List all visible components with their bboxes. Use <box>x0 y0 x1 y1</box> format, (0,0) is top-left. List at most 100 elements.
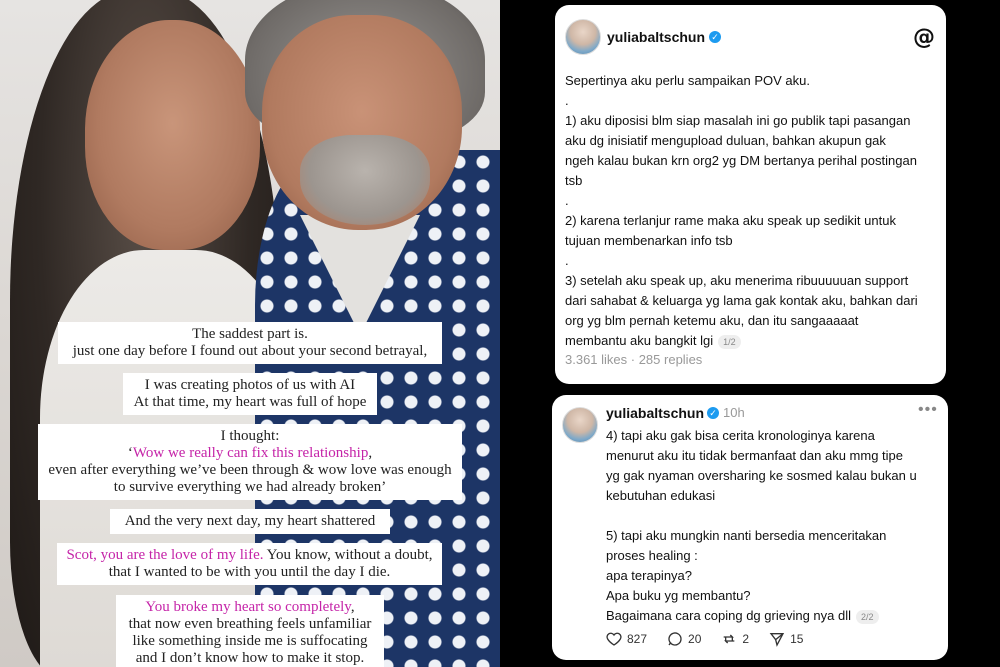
post-line: 5) tapi aku mungkin nanti bersedia mence… <box>606 526 917 546</box>
avatar[interactable] <box>565 19 601 55</box>
post-line-text: proses healing : <box>606 548 698 563</box>
caption-box: Scot, you are the love of my life. You k… <box>57 543 442 585</box>
post-line: apa terapinya? <box>606 566 917 586</box>
caption-box: I was creating photos of us with AI At th… <box>123 373 377 415</box>
caption-text: that I wanted to be with you until the d… <box>108 564 391 580</box>
post-line-text: 4) tapi aku gak bisa cerita kronologinya… <box>606 428 875 443</box>
post-line-text: . <box>565 193 569 208</box>
post-line-text: tsb <box>565 173 583 188</box>
post-line: ngeh kalau bukan krn org2 yg DM bertanya… <box>565 151 918 171</box>
post-line: proses healing : <box>606 546 917 566</box>
username[interactable]: yuliabaltschun <box>607 29 705 45</box>
caption-line: Scot, you are the love of my life. You k… <box>65 547 434 564</box>
post-line-text: . <box>565 253 569 268</box>
caption-text: I thought: <box>220 428 280 444</box>
highlight-text: Scot, you are the love of my life. <box>66 547 264 563</box>
username[interactable]: yuliabaltschun <box>606 405 704 421</box>
post-line: Apa buku yg membantu? <box>606 586 917 606</box>
caption-text: , <box>368 445 373 461</box>
thread-post-1[interactable]: yuliabaltschun ✓ @ Sepertinya aku perlu … <box>555 5 946 384</box>
more-dots-icon[interactable]: ••• <box>918 401 938 419</box>
share-count: 15 <box>790 632 804 646</box>
caption-line: even after everything we’ve been through… <box>46 462 454 479</box>
post-line-text <box>606 508 610 523</box>
post-body: Sepertinya aku perlu sampaikan POV aku..… <box>565 71 918 351</box>
post-line: tujuan membenarkan info tsb <box>565 231 918 251</box>
caption-line: to survive everything we had already bro… <box>46 479 454 496</box>
like-count: 827 <box>627 632 648 646</box>
post-line: 1) aku diposisi blm siap masalah ini go … <box>565 111 918 131</box>
post-line-text: 5) tapi aku mungkin nanti bersedia mence… <box>606 528 887 543</box>
page-indicator: 2/2 <box>856 609 879 624</box>
share-button[interactable]: 15 <box>769 631 803 647</box>
caption-line: that I wanted to be with you until the d… <box>65 564 434 581</box>
caption-line: just one day before I found out about yo… <box>66 343 434 360</box>
repost-icon <box>724 634 735 644</box>
caption-box: The saddest part is. just one day before … <box>58 322 442 364</box>
post-line: . <box>565 91 918 111</box>
caption-line: I thought: <box>46 428 454 445</box>
reply-button[interactable]: 20 <box>667 631 701 647</box>
post-line: Bagaimana cara coping dg grieving nya dl… <box>606 606 917 626</box>
post-stats[interactable]: 3.361 likes · 285 replies <box>565 352 702 367</box>
threads-panel: yuliabaltschun ✓ @ Sepertinya aku perlu … <box>500 0 1000 667</box>
repost-button[interactable]: 2 <box>721 631 749 647</box>
caption-text: , <box>350 599 355 615</box>
verified-badge-icon: ✓ <box>709 31 721 43</box>
post-line: . <box>565 251 918 271</box>
post-line-text: membantu aku bangkit lgi <box>565 333 714 348</box>
post-line: membantu aku bangkit lgi 1/2 <box>565 331 918 351</box>
avatar[interactable] <box>562 407 598 443</box>
post-line-text: 3) setelah aku speak up, aku menerima ri… <box>565 273 909 288</box>
post-line-text: 2) karena terlanjur rame maka aku speak … <box>565 213 896 228</box>
post-line-text: aku dg inisiatif mengupload duluan, bahk… <box>565 133 886 148</box>
caption-text: And the very next day, my heart shattere… <box>124 513 376 529</box>
caption-text: and I don’t know how to make it stop. <box>135 650 365 666</box>
caption-text: I was creating photos of us with AI <box>144 377 356 393</box>
caption-stack: The saddest part is. just one day before … <box>0 0 500 667</box>
threads-logo-icon[interactable]: @ <box>913 25 935 50</box>
timestamp: 10h <box>723 405 745 420</box>
post-line: 2) karena terlanjur rame maka aku speak … <box>565 211 918 231</box>
reply-count: 20 <box>688 632 702 646</box>
post-line: menurut aku itu tidak bermanfaat dan aku… <box>606 446 917 466</box>
caption-line: And the very next day, my heart shattere… <box>118 513 382 530</box>
post-line-text: . <box>565 93 569 108</box>
like-button[interactable]: 827 <box>606 631 647 647</box>
post-line-text: apa terapinya? <box>606 568 693 583</box>
post-line-text: yg gak nyaman oversharing ke sosmed kala… <box>606 468 917 483</box>
post-line: 4) tapi aku gak bisa cerita kronologinya… <box>606 426 917 446</box>
post-line-text: org yg blm pernah ketemu aku, dan itu sa… <box>565 313 859 328</box>
post-line-text: Bagaimana cara coping dg grieving nya dl… <box>606 608 851 623</box>
post-line: org yg blm pernah ketemu aku, dan itu sa… <box>565 311 918 331</box>
post-line: yg gak nyaman oversharing ke sosmed kala… <box>606 466 917 486</box>
post-body: 4) tapi aku gak bisa cerita kronologinya… <box>606 426 917 626</box>
caption-box: You broke my heart so completely, that no… <box>116 595 384 667</box>
send-icon <box>769 633 785 647</box>
post-line-text: tujuan membenarkan info tsb <box>565 233 733 248</box>
post-line-text: Apa buku yg membantu? <box>606 588 751 603</box>
comment-icon <box>668 632 682 646</box>
caption-line: like something inside me is suffocating <box>124 633 376 650</box>
page-indicator: 1/2 <box>718 334 741 349</box>
repost-count: 2 <box>742 632 750 646</box>
highlight-text: Wow we really can fix this relationship <box>132 445 369 461</box>
post-line <box>606 506 917 526</box>
caption-line: that now even breathing feels unfamiliar <box>124 616 376 633</box>
caption-text: even after everything we’ve been through… <box>48 462 452 478</box>
thread-post-2[interactable]: yuliabaltschun ✓ 10h ••• 4) tapi aku gak… <box>552 395 948 660</box>
caption-text: to survive everything we had already bro… <box>113 479 387 495</box>
caption-line: and I don’t know how to make it stop. <box>124 650 376 667</box>
caption-text: like something inside me is suffocating <box>132 633 368 649</box>
post-line-text: ngeh kalau bukan krn org2 yg DM bertanya… <box>565 153 917 168</box>
heart-icon <box>606 632 622 646</box>
caption-text: that now even breathing feels unfamiliar <box>128 616 372 632</box>
post-line: 3) setelah aku speak up, aku menerima ri… <box>565 271 918 291</box>
caption-box: I thought: ‘Wow we really can fix this re… <box>38 424 462 500</box>
post-line-text: kebutuhan edukasi <box>606 488 716 503</box>
photo-panel: The saddest part is. just one day before … <box>0 0 500 667</box>
post-line-text: 1) aku diposisi blm siap masalah ini go … <box>565 113 911 128</box>
caption-line: I was creating photos of us with AI <box>131 377 369 394</box>
highlight-text: You broke my heart so completely <box>145 599 351 615</box>
caption-line: You broke my heart so completely, <box>124 599 376 616</box>
